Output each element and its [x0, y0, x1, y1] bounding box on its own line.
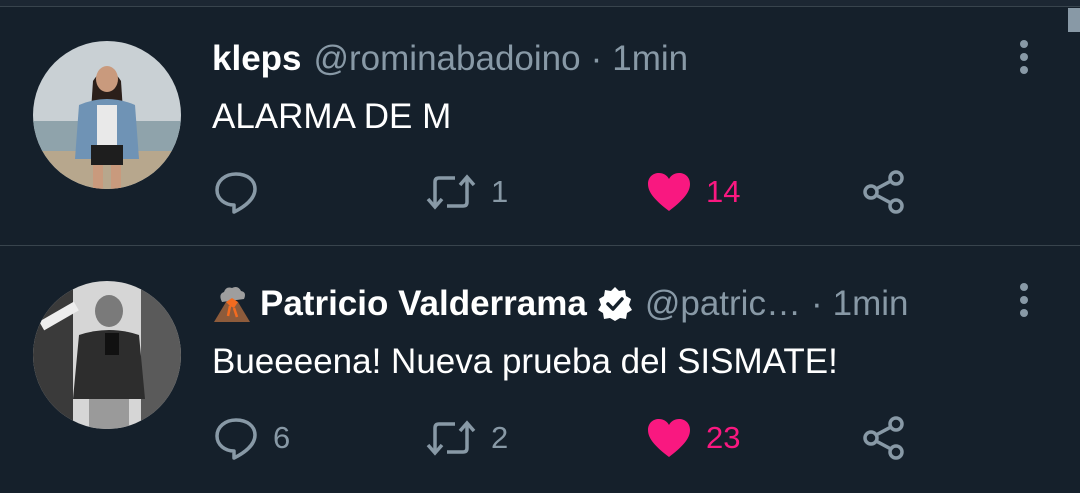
retweet-button[interactable]: 2	[425, 413, 508, 463]
more-options-icon[interactable]	[1013, 280, 1035, 320]
reply-button[interactable]: 6	[213, 413, 290, 463]
tweet[interactable]: Patricio Valderrama @patric… · 1min Buee…	[0, 246, 1080, 493]
heart-icon	[646, 171, 692, 213]
reply-icon	[213, 415, 259, 461]
handle[interactable]: @patric…	[645, 284, 801, 324]
tweet-actions: 1 14	[0, 167, 1080, 217]
top-divider	[0, 0, 1080, 7]
like-button[interactable]: 23	[646, 413, 740, 463]
display-name[interactable]: kleps	[212, 39, 302, 79]
like-count: 23	[706, 420, 741, 455]
heart-icon	[646, 417, 692, 459]
timestamp[interactable]: 1min	[833, 284, 909, 324]
retweet-icon	[425, 172, 477, 212]
reply-count: 6	[273, 420, 291, 455]
tweet-header: kleps @rominabadoino · 1min	[212, 39, 688, 79]
share-button[interactable]	[861, 167, 907, 217]
tweet[interactable]: kleps @rominabadoino · 1min ALARMA DE M …	[0, 7, 1080, 246]
timestamp[interactable]: 1min	[612, 39, 688, 79]
tweet-text: Bueeeena! Nueva prueba del SISMATE!	[212, 342, 838, 381]
retweet-count: 2	[491, 420, 509, 455]
volcano-icon	[212, 284, 252, 324]
more-options-icon[interactable]	[1013, 37, 1035, 77]
reply-icon	[213, 169, 259, 215]
avatar[interactable]	[33, 281, 181, 429]
tweet-header: Patricio Valderrama @patric… · 1min	[212, 284, 909, 324]
verified-badge-icon	[597, 286, 633, 322]
separator: ·	[810, 284, 823, 323]
retweet-icon	[425, 418, 477, 458]
tweet-text: ALARMA DE M	[212, 97, 452, 136]
retweet-button[interactable]: 1	[425, 167, 508, 217]
share-icon	[861, 415, 907, 461]
separator: ·	[590, 39, 603, 78]
like-button[interactable]: 14	[646, 167, 740, 217]
share-button[interactable]	[861, 413, 907, 463]
display-name[interactable]: Patricio Valderrama	[260, 284, 587, 324]
retweet-count: 1	[491, 174, 509, 209]
reply-button[interactable]	[213, 167, 273, 217]
like-count: 14	[706, 174, 741, 209]
handle[interactable]: @rominabadoino	[314, 39, 581, 79]
share-icon	[861, 169, 907, 215]
tweet-actions: 6 2 23	[0, 413, 1080, 463]
